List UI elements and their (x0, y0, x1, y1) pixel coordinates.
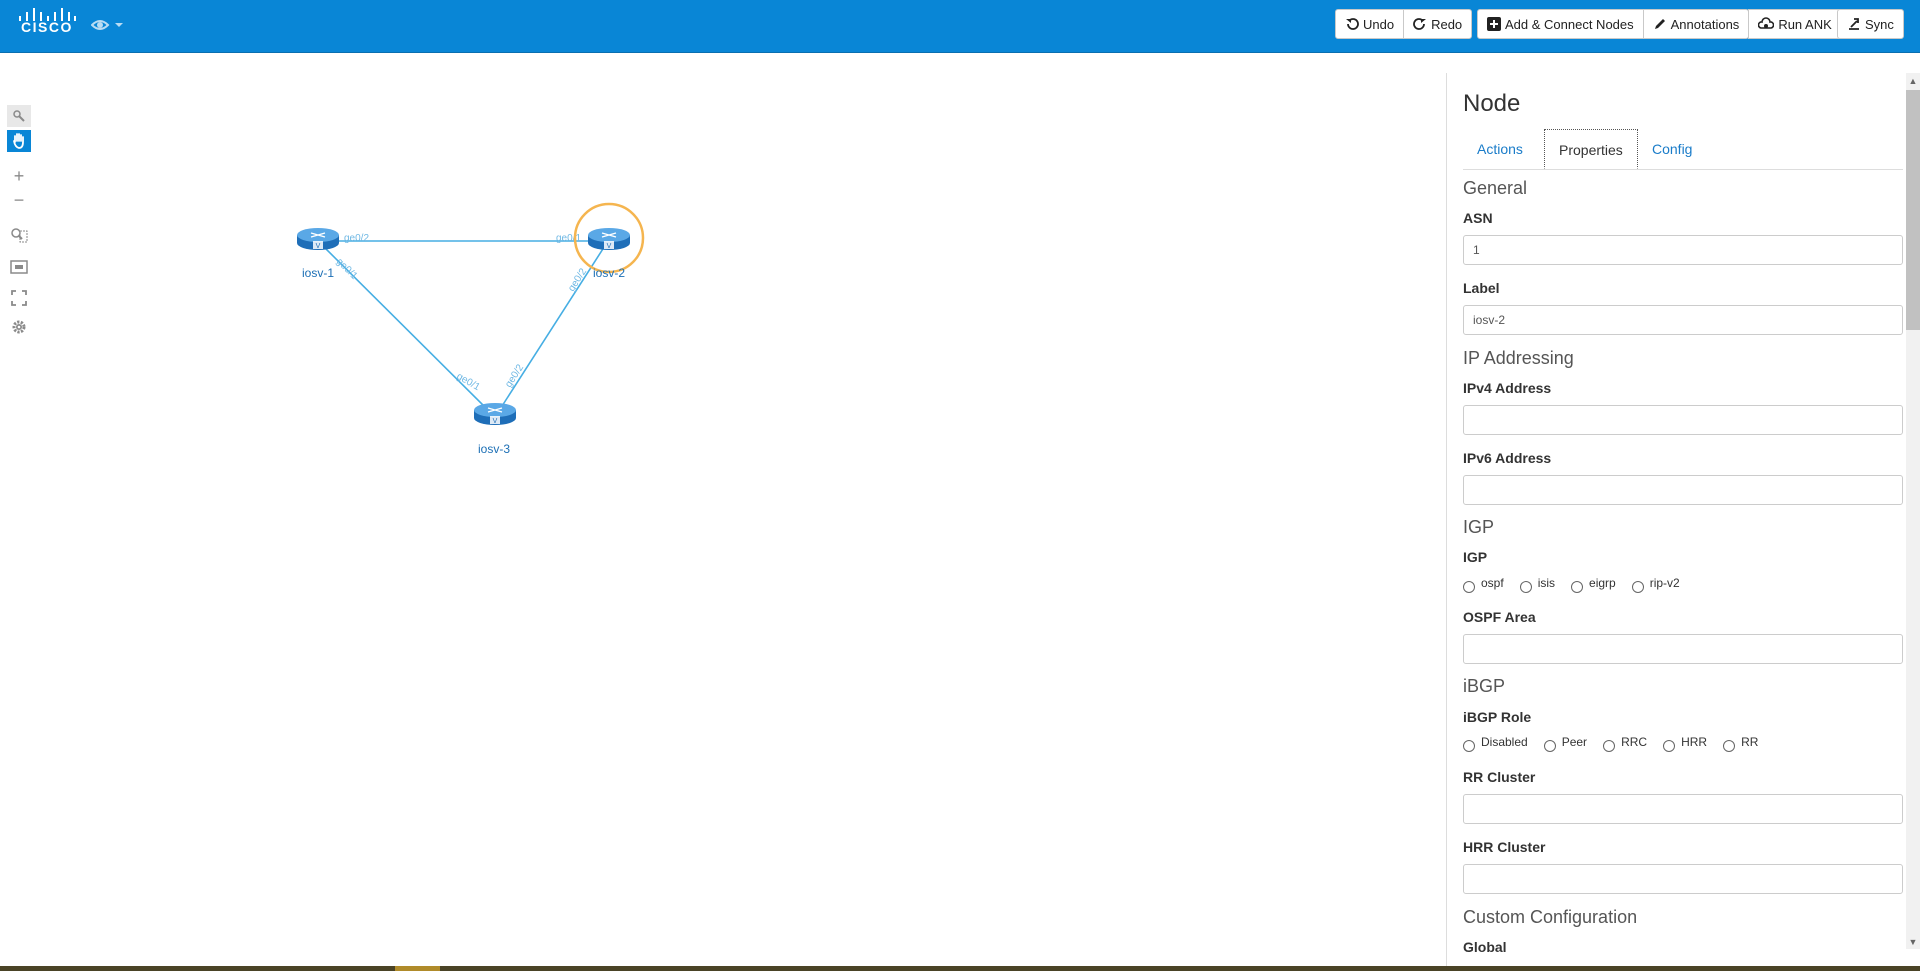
sync-label: Sync (1865, 16, 1894, 32)
caret-down-icon (115, 23, 123, 27)
run-ank-label: Run ANK (1778, 16, 1832, 32)
router-node-iosv-1[interactable]: V (297, 228, 339, 250)
eye-icon (90, 20, 123, 30)
history-group: Undo Redo (1335, 9, 1473, 39)
port-label: ge0/2 (344, 233, 369, 244)
add-connect-nodes-button[interactable]: Add & Connect Nodes (1477, 9, 1644, 39)
sync-icon (1849, 18, 1859, 30)
section-custom-title: Custom Configuration (1463, 907, 1638, 927)
hrr-cluster-label: HRR Cluster (1463, 839, 1546, 855)
section-igp-title: IGP (1463, 517, 1495, 537)
igp-label: IGP (1463, 549, 1488, 565)
node-label: iosv-2 (593, 266, 626, 280)
undo-icon (1346, 18, 1359, 30)
ipv6-label: IPv6 Address (1463, 450, 1552, 466)
topology-graph: ge0/2 ge0/1 ge0/1 ge0/1 ge0/2 ge0/2 V V (297, 202, 645, 425)
ipv6-field[interactable] (1463, 475, 1903, 505)
top-bar: CISCO Undo Redo Add & Connect Nodes Anno… (0, 0, 1920, 53)
node-properties-panel: Node Actions Properties Config General A… (1446, 73, 1906, 966)
undo-button[interactable]: Undo (1335, 9, 1405, 39)
edit-group: Add & Connect Nodes Annotations Run ANK (1477, 9, 1842, 39)
rr-cluster-label: RR Cluster (1463, 769, 1536, 785)
ospf-area-label: OSPF Area (1463, 609, 1536, 625)
run-ank-button[interactable]: Run ANK (1748, 9, 1842, 39)
section-ip-title: IP Addressing (1463, 348, 1574, 368)
ibgp-role-label: iBGP Role (1463, 709, 1532, 725)
redo-button[interactable]: Redo (1403, 9, 1473, 39)
view-menu-button[interactable] (90, 16, 125, 34)
section-ibgp-title: iBGP (1463, 676, 1506, 696)
igp-radio-ospf[interactable] (1463, 581, 1475, 593)
router-node-iosv-3[interactable]: V (474, 403, 516, 425)
tab-properties[interactable]: Properties (1544, 129, 1638, 169)
sync-group: Sync (1837, 9, 1904, 39)
label-field[interactable]: iosv-2 (1463, 305, 1903, 335)
node-label: iosv-3 (478, 442, 511, 456)
asn-label: ASN (1463, 210, 1493, 226)
scroll-up-arrow[interactable]: ▲ (1906, 74, 1920, 88)
ospf-area-field[interactable] (1463, 634, 1903, 664)
router-node-iosv-2[interactable]: V (588, 228, 630, 250)
redo-label: Redo (1431, 16, 1463, 32)
ibgp-option-label: HRR (1681, 735, 1708, 749)
ibgp-radio-rr[interactable] (1723, 740, 1736, 752)
ipv4-label: IPv4 Address (1463, 380, 1552, 396)
panel-tabs: Actions Properties Config (1463, 129, 1903, 170)
ibgp-role-radio-group: Disabled Peer RRC HRR RR (1463, 735, 1774, 752)
svg-text:V: V (316, 243, 321, 250)
pencil-icon (1654, 19, 1665, 29)
igp-radio-group: ospf isis eigrp rip-v2 (1463, 576, 1696, 593)
plus-square-icon (1487, 17, 1501, 31)
hrr-cluster-field[interactable] (1463, 864, 1903, 894)
bottom-strip (0, 966, 1920, 971)
igp-radio-rip-v2[interactable] (1631, 581, 1644, 593)
rr-cluster-field[interactable] (1463, 794, 1903, 824)
port-label: ge0/1 (556, 233, 581, 244)
scroll-down-arrow[interactable]: ▼ (1906, 935, 1920, 949)
annotations-button[interactable]: Annotations (1642, 9, 1750, 39)
igp-option-label: eigrp (1589, 576, 1616, 590)
ibgp-radio-peer[interactable] (1543, 740, 1556, 752)
ibgp-option-label: Peer (1561, 735, 1588, 749)
redo-icon (1413, 18, 1427, 30)
topology-canvas[interactable]: ge0/2 ge0/1 ge0/1 ge0/1 ge0/2 ge0/2 V V (0, 52, 1446, 966)
bottom-strip-mark (395, 966, 440, 971)
ibgp-radio-disabled[interactable] (1463, 740, 1475, 752)
cloud-gear-icon (1758, 17, 1775, 29)
igp-option-label: isis (1537, 576, 1556, 590)
sync-button[interactable]: Sync (1837, 9, 1904, 39)
tab-config[interactable]: Config (1638, 129, 1706, 169)
svg-text:V: V (607, 243, 612, 250)
ibgp-option-label: RR (1741, 735, 1759, 749)
igp-radio-isis[interactable] (1519, 581, 1532, 593)
label-label: Label (1463, 280, 1500, 296)
igp-radio-eigrp[interactable] (1571, 581, 1584, 593)
ibgp-option-label: Disabled (1481, 735, 1528, 749)
brand-name: CISCO (21, 19, 73, 35)
igp-option-label: rip-v2 (1649, 576, 1680, 590)
svg-text:V: V (493, 418, 498, 425)
ipv4-field[interactable] (1463, 405, 1903, 435)
port-label: ge0/2 (503, 362, 526, 389)
ibgp-radio-rrc[interactable] (1603, 740, 1616, 752)
undo-label: Undo (1363, 16, 1395, 32)
node-label: iosv-1 (302, 266, 335, 280)
asn-field[interactable]: 1 (1463, 235, 1903, 265)
ibgp-option-label: RRC (1621, 735, 1648, 749)
annotations-label: Annotations (1670, 16, 1740, 32)
tab-actions[interactable]: Actions (1463, 129, 1537, 169)
section-general-title: General (1463, 178, 1528, 198)
add-connect-nodes-label: Add & Connect Nodes (1505, 16, 1634, 32)
global-label: Global (1463, 939, 1507, 955)
panel-scrollbar-thumb[interactable] (1906, 90, 1920, 330)
ibgp-radio-hrr[interactable] (1663, 740, 1676, 752)
panel-title: Node (1463, 90, 1521, 117)
port-label: ge0/2 (566, 266, 589, 293)
igp-option-label: ospf (1481, 576, 1504, 590)
